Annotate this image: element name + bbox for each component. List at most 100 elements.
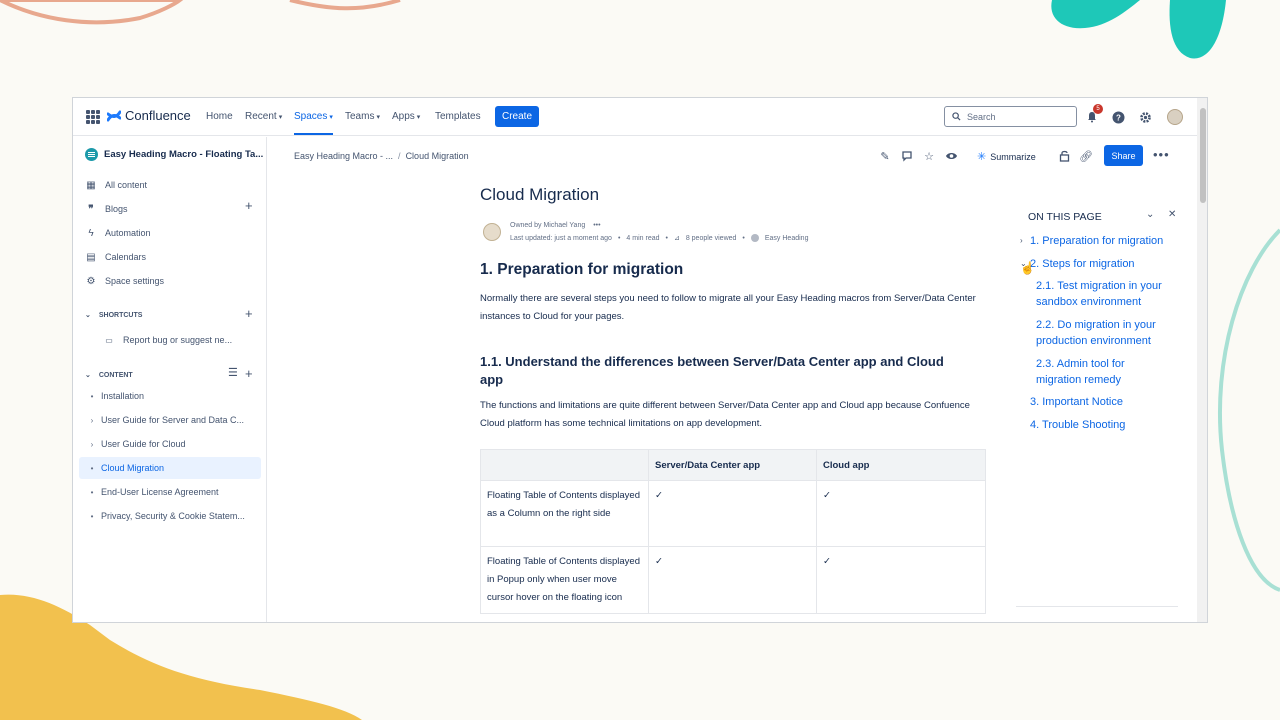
tree-item[interactable]: • Installation — [79, 385, 261, 407]
confluence-logo[interactable]: Confluence — [107, 108, 191, 123]
nav-spaces[interactable]: Spaces ▾ — [294, 111, 333, 135]
read-time: 4 min read — [626, 234, 660, 242]
nav-templates[interactable]: Templates — [435, 111, 481, 122]
sidebar-item-blogs[interactable]: ❞ Blogs — [85, 200, 128, 218]
chevron-right-icon[interactable]: › — [1020, 236, 1023, 245]
analytics-icon: ⊿ — [673, 235, 680, 242]
toc-item[interactable]: 1. Preparation for migration — [1030, 233, 1163, 249]
tree-item[interactable]: › User Guide for Server and Data C... — [79, 409, 261, 431]
chevron-down-icon[interactable]: ⌄ — [1146, 209, 1154, 220]
notification-badge: 5 — [1093, 104, 1103, 114]
toc-item[interactable]: 4. Trouble Shooting — [1030, 417, 1125, 433]
chevron-right-icon[interactable]: › — [83, 416, 101, 425]
tree-item[interactable]: • Privacy, Security & Cookie Statem... — [79, 505, 261, 527]
help-icon[interactable]: ? — [1110, 109, 1126, 125]
sidebar-item-space-settings[interactable]: ⚙ Space settings — [85, 272, 165, 290]
sidebar-item-label: Blogs — [105, 204, 128, 214]
sidebar-item-automation[interactable]: ϟ Automation — [85, 224, 150, 242]
link-page-icon: ▭ — [105, 335, 113, 345]
space-sidebar: Easy Heading Macro - Floating Ta... ▦ All… — [73, 137, 267, 622]
tree-item[interactable]: • End-User License Agreement — [79, 481, 261, 503]
filter-icon[interactable]: ☰ — [228, 366, 238, 379]
link-icon[interactable]: 🔗︎ — [1078, 148, 1094, 164]
sidebar-item-label: Calendars — [105, 252, 147, 262]
gear-icon: ⚙ — [86, 275, 96, 287]
app-switcher-icon[interactable] — [86, 110, 100, 124]
tree-item[interactable]: › User Guide for Cloud — [79, 433, 261, 455]
watch-icon[interactable] — [943, 148, 959, 164]
sidebar-item-all-content[interactable]: ▦ All content — [85, 176, 147, 194]
section-title: SHORTCUTS — [98, 311, 143, 319]
people-viewed[interactable]: 8 people viewed — [686, 235, 737, 242]
toc-item[interactable]: 2.2. Do migration in your production env… — [1036, 317, 1186, 349]
tree-item-selected[interactable]: • Cloud Migration — [79, 457, 261, 479]
nav-teams[interactable]: Teams ▾ — [345, 111, 380, 122]
app-tag-icon — [750, 234, 759, 242]
paragraph: The functions and limitations are quite … — [480, 400, 970, 429]
top-navigation: Confluence Home Recent ▾ Spaces ▾ Teams ▾ A… — [73, 98, 1207, 136]
space-header[interactable]: Easy Heading Macro - Floating Ta... — [85, 148, 263, 161]
space-icon — [85, 148, 98, 161]
tree-item-label: Installation — [101, 391, 145, 401]
nav-recent[interactable]: Recent ▾ — [245, 111, 282, 122]
close-icon[interactable]: ✕ — [1168, 209, 1176, 220]
owner-text: Owned by Michael Yang ••• — [510, 222, 601, 229]
table-cell: Floating Table of Contents displayed as … — [480, 480, 649, 547]
separator-dot: • — [665, 234, 668, 242]
share-button[interactable]: Share — [1104, 145, 1143, 166]
hand-cursor-icon: ☝ — [1020, 261, 1035, 275]
heading-understand-differences: 1.1. Understand the differences between … — [480, 354, 944, 387]
bullet-icon: • — [90, 487, 94, 497]
chevron-down-icon: ⌄ — [85, 312, 91, 319]
breadcrumb-item[interactable]: Cloud Migration — [406, 151, 469, 161]
calendar-icon: ▤ — [86, 251, 96, 263]
svg-text:?: ? — [1116, 113, 1121, 122]
shortcuts-section-header[interactable]: ⌄ SHORTCUTS — [85, 311, 143, 320]
chevron-down-icon: ▾ — [416, 114, 421, 121]
bullet-icon: • — [90, 391, 94, 401]
comment-icon[interactable] — [899, 148, 915, 164]
table-row: Floating Table of Contents displayed as … — [480, 480, 986, 547]
more-actions-icon[interactable]: ••• — [1153, 147, 1170, 162]
restrictions-icon[interactable] — [1056, 148, 1072, 164]
star-icon[interactable]: ☆ — [921, 148, 937, 164]
checkmark-cell: ✓ — [816, 480, 986, 547]
tree-item-label: User Guide for Cloud — [101, 439, 186, 449]
sidebar-item-label: Space settings — [105, 276, 165, 286]
sparkle-icon: ✳ — [977, 151, 987, 163]
sidebar-item-calendars[interactable]: ▤ Calendars — [85, 248, 146, 266]
edit-icon[interactable]: ✎ — [877, 148, 893, 164]
page-title: Cloud Migration — [480, 185, 600, 204]
breadcrumb-item[interactable]: Easy Heading Macro - ... — [294, 151, 393, 161]
scrollbar-thumb[interactable] — [1200, 108, 1206, 203]
separator-dot: • — [617, 234, 621, 242]
shortcut-item[interactable]: ▭ Report bug or suggest ne... — [103, 331, 232, 349]
create-button[interactable]: Create — [495, 106, 539, 127]
gear-icon[interactable] — [1137, 109, 1153, 125]
toc-item[interactable]: 2. Steps for migration — [1030, 256, 1135, 272]
add-shortcut-icon[interactable]: + — [245, 306, 253, 321]
toc-item[interactable]: 2.3. Admin tool for migration remedy — [1036, 356, 1166, 388]
lightning-icon: ϟ — [88, 227, 94, 239]
breadcrumb-separator: / — [398, 151, 401, 161]
toc-item[interactable]: 3. Important Notice — [1030, 394, 1123, 410]
nav-home[interactable]: Home — [206, 111, 233, 122]
toc-item[interactable]: 2.1. Test migration in your sandbox envi… — [1036, 278, 1186, 310]
content-section-header[interactable]: ⌄ CONTENT — [85, 371, 133, 380]
app-tag[interactable]: Easy Heading — [765, 235, 809, 242]
chevron-right-icon[interactable]: › — [83, 440, 101, 449]
confluence-window: Confluence Home Recent ▾ Spaces ▾ Teams ▾ A… — [72, 97, 1208, 623]
nav-apps[interactable]: Apps ▾ — [392, 111, 420, 122]
user-avatar[interactable] — [1167, 109, 1183, 125]
search-input[interactable]: Search — [944, 106, 1077, 127]
author-avatar[interactable] — [483, 223, 501, 241]
separator-dot: • — [742, 234, 745, 242]
add-blog-icon[interactable]: + — [245, 198, 253, 213]
chevron-down-icon: ▾ — [376, 114, 380, 121]
scrollbar[interactable] — [1197, 98, 1207, 622]
shortcut-label: Report bug or suggest ne... — [123, 335, 233, 345]
checkmark-cell: ✓ — [648, 546, 817, 614]
summarize-button[interactable]: ✳ Summarize — [977, 150, 1036, 163]
add-content-icon[interactable]: + — [245, 366, 253, 381]
checkmark-cell: ✓ — [816, 546, 986, 614]
